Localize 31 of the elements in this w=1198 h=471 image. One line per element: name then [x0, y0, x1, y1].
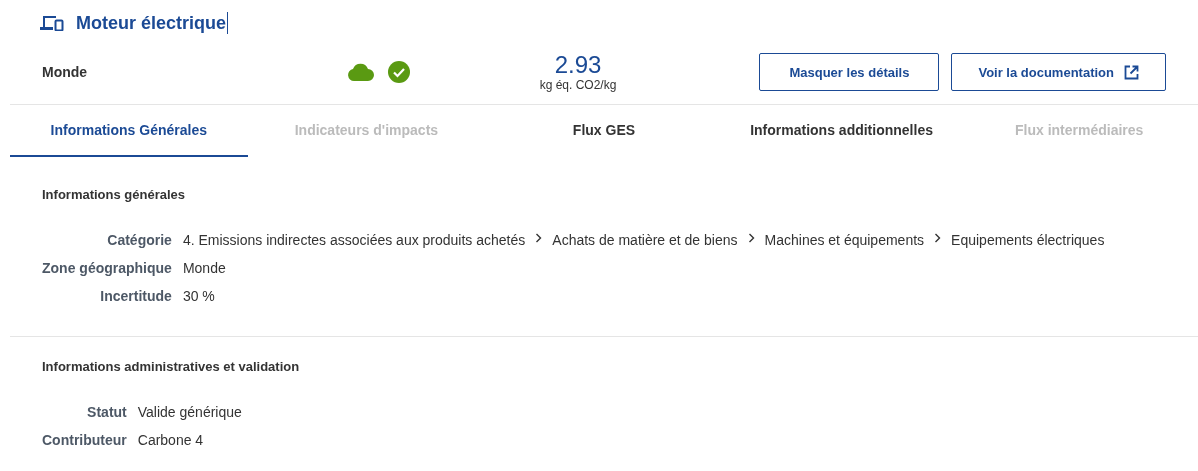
field-value: Valide générique [137, 403, 243, 422]
cloud-icon [348, 63, 374, 81]
chevron-icon [934, 233, 942, 243]
emission-value: 2.93 [554, 52, 602, 78]
tab[interactable]: Informations additionnelles [722, 105, 961, 157]
section-title: Informations administratives et validation [42, 359, 301, 374]
tab[interactable]: Flux GES [485, 105, 723, 157]
details-button[interactable]: Masquer les détails [759, 53, 940, 91]
field-value: 30 % [182, 287, 216, 306]
chevron-icon [535, 233, 543, 243]
breadcrumb-item: Achats de matière et de biens [552, 231, 738, 250]
chevron-icon [747, 233, 755, 243]
tab[interactable]: Informations Générales [10, 105, 248, 157]
field-label: Contributeur [42, 431, 127, 450]
emission-unit: kg éq. CO2/kg [539, 78, 617, 92]
field-label: Incertitude [99, 287, 172, 306]
breadcrumb-item: Equipements électriques [951, 231, 1105, 250]
field-value: Monde [182, 259, 227, 278]
section-title: Informations générales [42, 187, 187, 202]
documentation-button[interactable]: Voir la documentation [951, 53, 1166, 91]
field-label: Zone géographique [42, 259, 172, 278]
field-label: Statut [86, 403, 127, 422]
field-value: Carbone 4 [137, 431, 205, 450]
devices-icon [40, 15, 64, 31]
breadcrumb-item: Machines et équipements [764, 231, 925, 250]
zone-label: Monde [42, 64, 89, 80]
page-title: Moteur électrique [76, 12, 227, 34]
breadcrumb-item: 4. Emissions indirectes associées aux produits achetés [182, 231, 526, 250]
check-circle-icon [388, 61, 410, 83]
field-label: Catégorie [106, 231, 172, 250]
external-link-icon [1124, 64, 1139, 80]
